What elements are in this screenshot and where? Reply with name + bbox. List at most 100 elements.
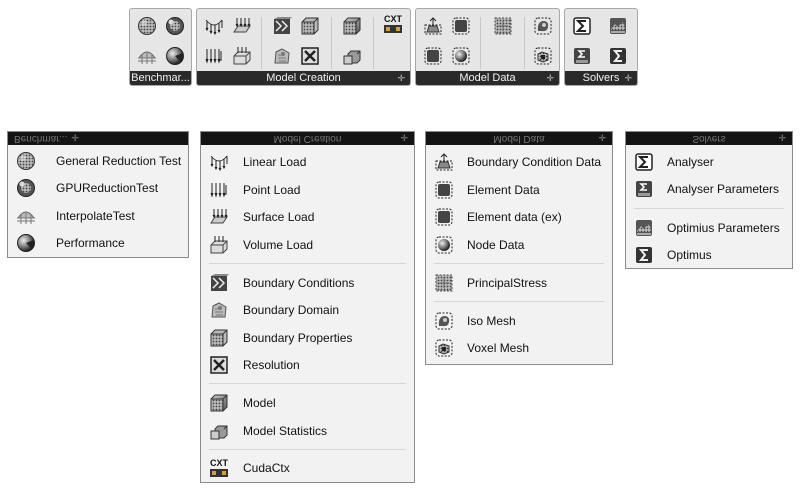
cxt-label: CXT xyxy=(384,14,403,24)
grip-icon[interactable]: ✛ xyxy=(400,132,408,145)
menu-item-performance[interactable]: Performance xyxy=(8,230,188,256)
element-data-icon xyxy=(432,178,456,202)
analyser-parameters-icon xyxy=(632,177,656,201)
toolbar-separator xyxy=(331,17,332,69)
optimus-icon[interactable] xyxy=(607,45,629,67)
cudactx-icon[interactable]: CXT xyxy=(381,13,405,35)
menu-separator xyxy=(434,301,604,302)
resolution-icon xyxy=(207,353,231,377)
performance-icon[interactable] xyxy=(164,45,186,67)
boundary-domain-icon xyxy=(207,298,231,322)
interpolate-icon xyxy=(14,204,38,228)
grip-icon[interactable]: ✛ xyxy=(624,71,632,85)
model-creation-toolbar: CXT Model Creation ✛ xyxy=(196,8,411,86)
voxel-mesh-icon xyxy=(432,336,456,360)
analyser-icon xyxy=(632,150,656,174)
toolbar-separator xyxy=(480,17,481,69)
benchmark-toolbar-label[interactable]: Benchmar... xyxy=(130,71,191,85)
model-statistics-icon[interactable] xyxy=(341,45,363,67)
boundary-domain-icon[interactable] xyxy=(271,45,293,67)
grip-icon[interactable]: ✛ xyxy=(546,71,554,85)
panel-header[interactable]: Model Creation ✛ xyxy=(201,132,414,145)
point-load-icon xyxy=(207,178,231,202)
menu-item-optimus[interactable]: Optimus xyxy=(626,242,792,268)
benchmark-toolbar: Benchmar... xyxy=(129,8,192,86)
menu-item-node-data[interactable]: Node Data xyxy=(426,232,612,258)
grip-icon[interactable]: ✛ xyxy=(778,132,786,145)
boundary-properties-icon xyxy=(207,326,231,350)
element-data-icon[interactable] xyxy=(450,15,472,37)
point-load-icon[interactable] xyxy=(203,45,225,67)
model-icon[interactable] xyxy=(341,15,363,37)
node-data-icon[interactable] xyxy=(450,45,472,67)
menu-item-element-data-ex[interactable]: Element data (ex) xyxy=(426,204,612,230)
menu-item-gpu-reduction-test[interactable]: GPUReductionTest xyxy=(8,175,188,201)
principal-stress-icon[interactable] xyxy=(492,15,514,37)
menu-item-boundary-condition-data[interactable]: Boundary Condition Data xyxy=(426,149,612,175)
linear-load-icon[interactable] xyxy=(203,15,225,37)
menu-separator xyxy=(634,208,784,209)
benchmark-panel: Benchmar... ✛ General Reduction Test GPUR… xyxy=(7,131,189,258)
menu-item-resolution[interactable]: Resolution xyxy=(201,352,414,378)
menu-item-boundary-properties[interactable]: Boundary Properties xyxy=(201,325,414,351)
menu-item-volume-load[interactable]: Volume Load xyxy=(201,232,414,258)
model-creation-toolbar-label[interactable]: Model Creation ✛ xyxy=(197,71,410,85)
menu-item-element-data[interactable]: Element Data xyxy=(426,177,612,203)
model-statistics-icon xyxy=(207,419,231,443)
boundary-conditions-icon[interactable] xyxy=(271,15,293,37)
panel-header[interactable]: Solvers ✛ xyxy=(626,132,792,145)
menu-item-iso-mesh[interactable]: Iso Mesh xyxy=(426,308,612,334)
menu-separator xyxy=(209,449,406,450)
menu-item-boundary-conditions[interactable]: Boundary Conditions xyxy=(201,270,414,296)
menu-item-surface-load[interactable]: Surface Load xyxy=(201,204,414,230)
analyser-parameters-icon[interactable] xyxy=(571,45,593,67)
volume-load-icon[interactable] xyxy=(231,45,253,67)
menu-separator xyxy=(434,263,604,264)
menu-item-cudactx[interactable]: CXT CudaCtx xyxy=(201,455,414,481)
menu-item-linear-load[interactable]: Linear Load xyxy=(201,149,414,175)
surface-load-icon[interactable] xyxy=(231,15,253,37)
grip-icon[interactable]: ✛ xyxy=(397,71,405,85)
menu-item-point-load[interactable]: Point Load xyxy=(201,177,414,203)
menu-item-principal-stress[interactable]: PrincipalStress xyxy=(426,270,612,296)
menu-item-interpolate-test[interactable]: InterpolateTest xyxy=(8,203,188,229)
principal-stress-icon xyxy=(432,271,456,295)
globe-icon xyxy=(14,149,38,173)
menu-item-general-reduction-test[interactable]: General Reduction Test xyxy=(8,148,188,174)
boundary-condition-data-icon[interactable] xyxy=(422,15,444,37)
iso-mesh-icon[interactable] xyxy=(532,15,554,37)
resolution-icon[interactable] xyxy=(299,45,321,67)
panel-header[interactable]: Model Data ✛ xyxy=(426,132,612,145)
boundary-properties-icon[interactable] xyxy=(299,15,321,37)
optimius-parameters-icon xyxy=(632,216,656,240)
model-creation-panel: Model Creation ✛ Linear Load Point Load S… xyxy=(200,131,415,483)
optimius-parameters-icon[interactable] xyxy=(607,15,629,37)
menu-item-optimius-parameters[interactable]: Optimius Parameters xyxy=(626,215,792,241)
menu-item-analyser[interactable]: Analyser xyxy=(626,149,792,175)
menu-item-boundary-domain[interactable]: Boundary Domain xyxy=(201,297,414,323)
node-data-icon xyxy=(432,233,456,257)
menu-item-analyser-parameters[interactable]: Analyser Parameters xyxy=(626,176,792,202)
analyser-icon[interactable] xyxy=(571,15,593,37)
globe-icon[interactable] xyxy=(136,15,158,37)
element-data-ex-icon xyxy=(432,205,456,229)
performance-icon xyxy=(14,231,38,255)
menu-item-voxel-mesh[interactable]: Voxel Mesh xyxy=(426,335,612,361)
cxt-label: CXT xyxy=(210,458,229,468)
menu-item-model[interactable]: Model xyxy=(201,390,414,416)
grip-icon[interactable]: ✛ xyxy=(598,132,606,145)
element-data-ex-icon[interactable] xyxy=(422,45,444,67)
model-data-panel: Model Data ✛ Boundary Condition Data Elem… xyxy=(425,131,613,365)
voxel-mesh-icon[interactable] xyxy=(532,45,554,67)
interpolate-icon[interactable] xyxy=(136,45,158,67)
menu-item-model-statistics[interactable]: Model Statistics xyxy=(201,418,414,444)
solvers-toolbar-label[interactable]: Solvers ✛ xyxy=(565,71,637,85)
model-data-toolbar: Model Data ✛ xyxy=(415,8,560,86)
solvers-panel: Solvers ✛ Analyser Analyser Parameters Op… xyxy=(625,131,793,269)
surface-load-icon xyxy=(207,205,231,229)
optimus-icon xyxy=(632,243,656,267)
grip-icon[interactable]: ✛ xyxy=(71,133,79,143)
gpu-icon[interactable] xyxy=(164,15,186,37)
panel-header[interactable]: Benchmar... ✛ xyxy=(8,132,188,145)
model-data-toolbar-label[interactable]: Model Data ✛ xyxy=(416,71,559,85)
